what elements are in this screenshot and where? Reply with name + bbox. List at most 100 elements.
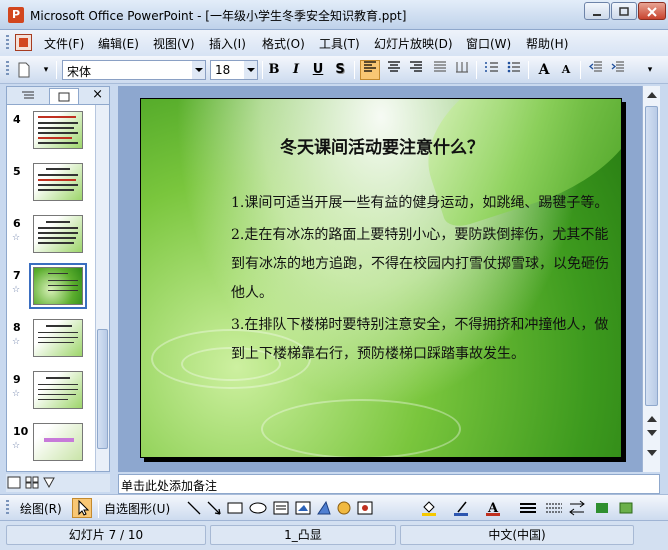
bullet-list-icon [507, 61, 520, 73]
slide-preview [33, 163, 83, 201]
ripple-decoration [261, 399, 461, 457]
animation-star-icon: ☆ [12, 337, 21, 347]
toolbar-separator [56, 61, 57, 79]
menu-help[interactable]: 帮助(H) [526, 35, 568, 52]
align-right-button[interactable] [406, 60, 426, 80]
slide-title[interactable]: 冬天课间活动要注意什么？ [141, 133, 621, 158]
editor-scrollbar[interactable] [642, 86, 660, 472]
menu-slideshow[interactable]: 幻灯片放映(D) [374, 35, 453, 52]
italic-button[interactable]: I [286, 60, 306, 80]
slide-paragraph: 1.课间可适当开展一些有益的健身运动，如跳绳、踢毽子等。 [231, 195, 609, 211]
animation-star-icon: ☆ [12, 441, 21, 451]
increase-font-button[interactable]: A [534, 60, 554, 80]
increase-indent-icon [611, 61, 624, 72]
toolbar-separator [98, 500, 99, 518]
chevron-down-icon[interactable] [244, 61, 257, 79]
slide-thumbnail[interactable]: 10 ☆ [7, 423, 97, 467]
slide-number: 7 [13, 269, 21, 282]
slide-preview [33, 423, 83, 461]
toolbar-separator [354, 61, 355, 79]
slides-pane-scrollbar[interactable] [95, 105, 109, 471]
shape-tools[interactable] [186, 499, 386, 517]
distribute-icon [456, 62, 468, 73]
align-left-button[interactable] [360, 60, 380, 80]
next-slide-icon[interactable] [647, 430, 657, 436]
slide-body[interactable]: 1.课间可适当开展一些有益的健身运动，如跳绳、踢毽子等。 2.走在有冰冻的路面上… [231, 189, 621, 372]
slide-thumbnail-selected[interactable]: 7 ☆ [7, 263, 97, 311]
slide-thumbnail[interactable]: 8 ☆ [7, 319, 97, 363]
decrease-font-button[interactable]: A [556, 60, 576, 80]
align-center-icon [388, 61, 400, 72]
slide-thumbnail[interactable]: 6 ☆ [7, 215, 97, 259]
pane-tabs: × [7, 87, 109, 105]
new-document-icon[interactable] [14, 60, 34, 80]
draw-menu-button[interactable]: 绘图(R) [20, 500, 62, 517]
slide-number: 4 [13, 113, 21, 126]
font-size-value: 18 [215, 63, 231, 77]
slide-editor: 冬天课间活动要注意什么？ 1.课间可适当开展一些有益的健身运动，如跳绳、踢毽子等… [118, 86, 642, 472]
align-center-button[interactable] [384, 60, 404, 80]
previous-slide-icon[interactable] [647, 416, 657, 422]
animation-star-icon: ☆ [12, 389, 21, 399]
numbering-button[interactable] [482, 60, 502, 80]
align-right-icon [410, 61, 422, 72]
toolbar-overflow-icon[interactable]: ▾ [640, 60, 660, 80]
scroll-up-icon[interactable] [647, 92, 657, 98]
status-bar: 幻灯片 7 / 10 1_凸显 中文(中国) [0, 520, 668, 550]
slide-number: 10 [13, 425, 29, 438]
current-slide[interactable]: 冬天课间活动要注意什么？ 1.课间可适当开展一些有益的健身运动，如跳绳、踢毽子等… [140, 98, 622, 458]
toolbar-options-icon[interactable]: ▾ [36, 60, 56, 80]
slide-thumbnail[interactable]: 9 ☆ [7, 371, 97, 415]
slide-preview [33, 111, 83, 149]
increase-indent-button[interactable] [608, 60, 628, 80]
maximize-button[interactable] [611, 2, 637, 20]
font-size-select[interactable]: 18 [210, 60, 258, 80]
notes-pane[interactable]: 单击此处添加备注 [118, 474, 660, 494]
toolbar-separator [262, 61, 263, 79]
scroll-down-icon[interactable] [647, 450, 657, 456]
design-template: 1_凸显 [210, 525, 396, 545]
view-switch-icons[interactable] [6, 474, 106, 492]
menu-tools[interactable]: 工具(T) [319, 35, 360, 52]
menu-insert[interactable]: 插入(I) [209, 35, 246, 52]
minimize-button[interactable] [584, 2, 610, 20]
scrollbar-thumb[interactable] [645, 106, 658, 406]
menu-bar: 文件(F) 编辑(E) 视图(V) 插入(I) 格式(O) 工具(T) 幻灯片放… [0, 30, 668, 56]
bullets-button[interactable] [504, 60, 524, 80]
menu-file[interactable]: 文件(F) [44, 35, 84, 52]
shadow-button[interactable]: S [330, 60, 350, 80]
slide-number: 5 [13, 165, 21, 178]
slide-thumbnail[interactable]: 5 [7, 163, 97, 207]
menu-edit[interactable]: 编辑(E) [98, 35, 139, 52]
font-name-select[interactable]: 宋体 [62, 60, 206, 80]
close-pane-icon[interactable]: × [92, 87, 103, 102]
distribute-button[interactable] [452, 60, 472, 80]
tab-outline[interactable] [13, 88, 43, 104]
toolbar-grip [6, 500, 9, 516]
justify-button[interactable] [430, 60, 450, 80]
menu-window[interactable]: 窗口(W) [466, 35, 511, 52]
scrollbar-thumb[interactable] [97, 329, 108, 449]
menu-view[interactable]: 视图(V) [153, 35, 195, 52]
color-and-line-tools[interactable]: A [420, 499, 640, 517]
justify-icon [434, 61, 446, 72]
close-button[interactable] [638, 2, 666, 20]
select-pointer-button[interactable] [72, 498, 92, 518]
decrease-indent-button[interactable] [586, 60, 606, 80]
underline-button[interactable]: U [308, 60, 328, 80]
slide-preview [33, 215, 83, 253]
slides-pane: × 4 5 6 ☆ 7 ☆ 8 ☆ 9 ☆ 10 ☆ [6, 86, 110, 472]
autoshapes-button[interactable]: 自选图形(U) [104, 500, 170, 517]
slide-paragraph: 3.在排队下楼梯时要特别注意安全，不得拥挤和冲撞他人，做到上下楼梯靠右行，预防楼… [231, 317, 609, 362]
drawing-toolbar: 绘图(R) 自选图形(U) A [0, 494, 668, 520]
chevron-down-icon[interactable] [192, 61, 205, 79]
slide-number: 9 [13, 373, 21, 386]
menu-format[interactable]: 格式(O) [262, 35, 305, 52]
language-indicator: 中文(中国) [400, 525, 634, 545]
close-icon [647, 7, 657, 17]
slide-thumbnail[interactable]: 4 [7, 111, 97, 155]
bold-button[interactable]: B [264, 60, 284, 80]
toolbar-separator [580, 61, 581, 79]
tab-slides[interactable] [49, 88, 79, 104]
document-icon[interactable] [15, 34, 32, 51]
